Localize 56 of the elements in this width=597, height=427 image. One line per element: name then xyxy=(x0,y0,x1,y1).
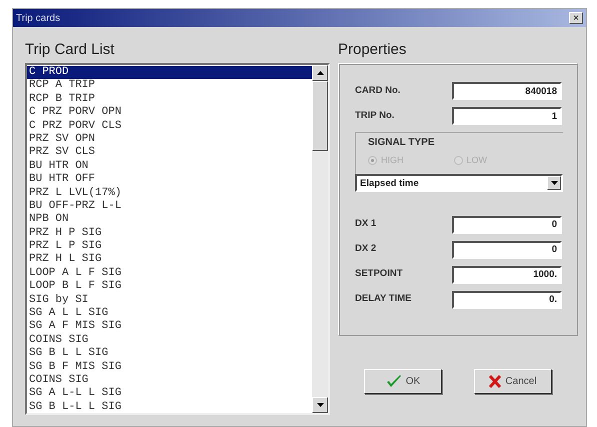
list-heading: Trip Card List xyxy=(25,41,116,59)
list-item[interactable]: PRZ H L SIG xyxy=(27,253,312,267)
list-item[interactable]: COINS SIG xyxy=(27,334,312,348)
input-field[interactable]: 1 xyxy=(452,107,562,125)
scroll-down-button[interactable] xyxy=(312,397,328,413)
list-item[interactable]: LOOP A L F SIG xyxy=(27,266,312,280)
dropdown-button[interactable] xyxy=(547,176,561,190)
group-label: SIGNAL TYPE xyxy=(368,136,436,150)
input-field[interactable]: 840018 xyxy=(452,82,562,100)
input-field[interactable]: 0 xyxy=(452,216,562,234)
field-label: DX 2 xyxy=(355,242,378,256)
close-button[interactable]: × xyxy=(569,12,583,24)
ok-button[interactable]: OK xyxy=(364,369,442,394)
input-field[interactable]: 1000. xyxy=(452,266,562,284)
window-title: Trip cards xyxy=(16,12,60,26)
list-item[interactable]: NPB ON xyxy=(27,213,312,227)
list-item[interactable]: C PRZ PORV OPN xyxy=(27,106,312,120)
list-item[interactable]: PRZ SV CLS xyxy=(27,146,312,160)
input-field[interactable]: 0 xyxy=(452,240,562,258)
field-label: DX 1 xyxy=(355,217,378,232)
list-item[interactable]: SG B F MIS SIG xyxy=(27,360,312,374)
field-label: DELAY TIME xyxy=(355,292,412,306)
list-item[interactable]: PRZ L LVL(17%) xyxy=(27,186,312,200)
list-item[interactable]: RCP A TRIP xyxy=(27,79,312,93)
scroll-up-button[interactable] xyxy=(312,65,328,81)
list-item[interactable]: PRZ L P SIG xyxy=(27,240,312,254)
list-item[interactable]: SG B L-L L SIG xyxy=(27,400,312,413)
list-item[interactable]: COINS SIG xyxy=(27,374,312,388)
cancel-button[interactable]: Cancel xyxy=(474,369,552,394)
input-field[interactable]: 0. xyxy=(452,290,562,308)
list-item[interactable]: SG A L L SIG xyxy=(27,307,312,320)
caret-icon xyxy=(550,180,558,184)
list-item[interactable]: C PROD xyxy=(27,66,312,80)
field-label: CARD No. xyxy=(355,84,402,98)
list-item[interactable]: SIG by SI xyxy=(27,294,312,308)
field-label: TRIP No. xyxy=(355,108,396,123)
field-label: SETPOINT xyxy=(355,267,404,282)
dropdown[interactable]: Elapsed time xyxy=(355,174,563,192)
list-item[interactable]: SG A L-L L SIG xyxy=(27,387,312,401)
list-item[interactable]: PRZ H P SIG xyxy=(27,226,312,240)
scroll-thumb[interactable] xyxy=(312,81,328,151)
list-item[interactable]: SG A F MIS SIG xyxy=(27,320,312,334)
caret-icon xyxy=(316,71,324,75)
properties-heading: Properties xyxy=(338,41,408,59)
list-item[interactable]: RCP B TRIP xyxy=(27,92,312,106)
list-item[interactable]: LOOP B L F SIG xyxy=(27,280,312,294)
caret-icon xyxy=(316,403,324,407)
list-item[interactable]: BU HTR OFF xyxy=(27,173,312,187)
list-item[interactable]: SG B L L SIG xyxy=(27,347,312,361)
list-item[interactable]: PRZ SV OPN xyxy=(27,132,312,146)
list-item[interactable]: C PRZ PORV CLS xyxy=(27,120,312,133)
list-item[interactable]: BU HTR ON xyxy=(27,160,312,174)
list-item[interactable]: BU OFF-PRZ L-L xyxy=(27,200,312,214)
cross-icon xyxy=(489,375,502,388)
checkmark-icon xyxy=(386,375,402,388)
dropdown-value: Elapsed time xyxy=(359,176,420,190)
